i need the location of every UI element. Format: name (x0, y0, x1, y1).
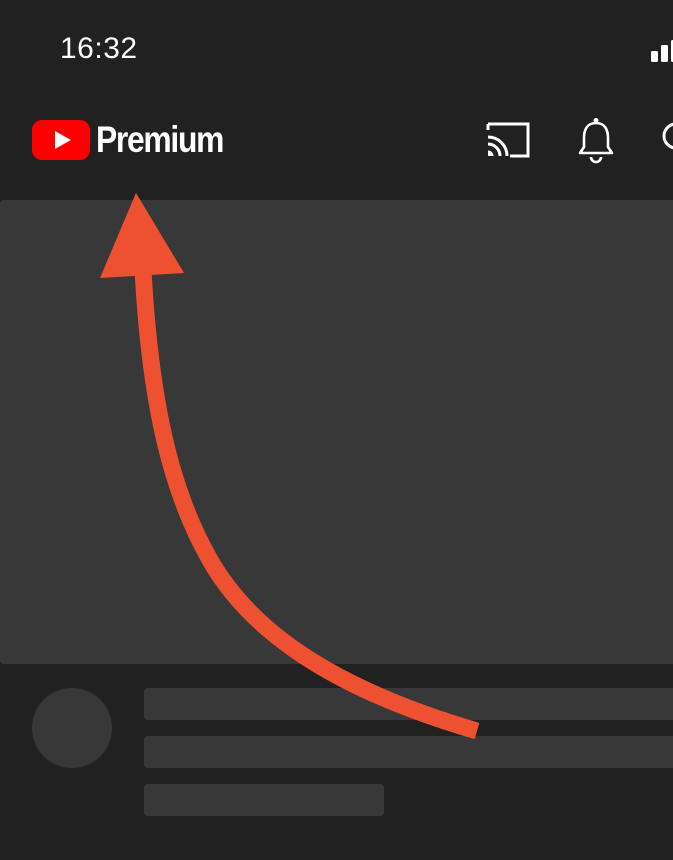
video-meta-placeholder (144, 784, 384, 816)
channel-avatar-placeholder (32, 688, 112, 768)
video-thumbnail-placeholder (0, 200, 673, 664)
logo-text: Premium (96, 119, 224, 160)
search-icon[interactable] (660, 118, 673, 162)
cast-icon[interactable] (484, 120, 532, 160)
signal-strength-icon (651, 40, 673, 62)
status-time: 16:32 (60, 32, 138, 65)
youtube-premium-logo[interactable]: Premium (32, 118, 244, 162)
bell-icon[interactable] (576, 116, 616, 164)
status-bar: 16:32 (0, 0, 673, 96)
video-title-placeholder-second-line (144, 736, 673, 768)
youtube-play-icon (32, 120, 90, 160)
app-header: Premium (0, 96, 673, 200)
video-title-placeholder (144, 688, 673, 720)
